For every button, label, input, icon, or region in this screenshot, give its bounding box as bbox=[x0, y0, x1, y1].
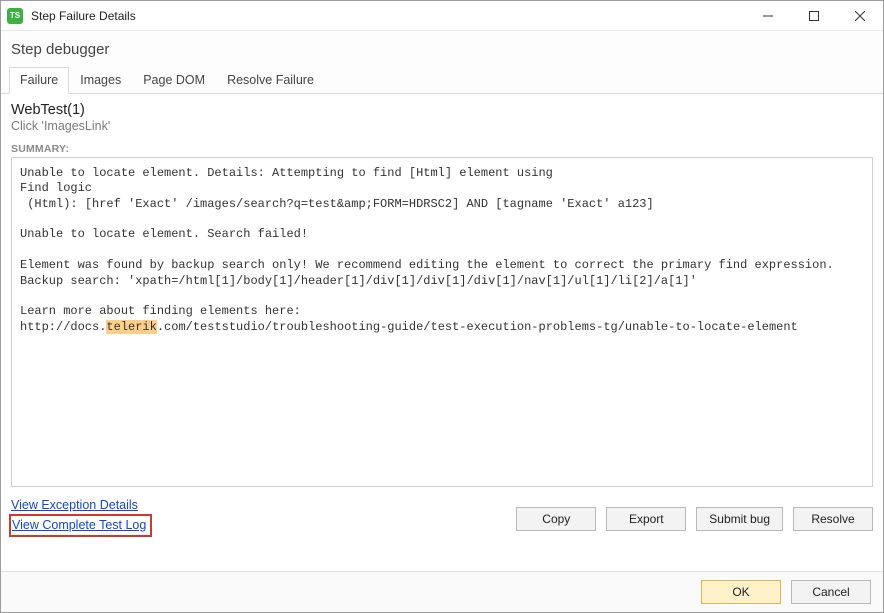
summary-line: Element was found by backup search only!… bbox=[20, 258, 834, 272]
window-title: Step Failure Details bbox=[31, 9, 136, 23]
ok-button[interactable]: OK bbox=[701, 580, 781, 604]
tab-page-dom[interactable]: Page DOM bbox=[132, 67, 216, 94]
action-buttons: Copy Export Submit bug Resolve bbox=[11, 501, 873, 531]
tab-images[interactable]: Images bbox=[69, 67, 132, 94]
summary-line: Learn more about finding elements here: bbox=[20, 304, 301, 318]
summary-line: Unable to locate element. Search failed! bbox=[20, 227, 308, 241]
cancel-button[interactable]: Cancel bbox=[791, 580, 871, 604]
step-name: Click 'ImagesLink' bbox=[11, 119, 873, 133]
summary-url: http://docs.telerik.com/teststudio/troub… bbox=[20, 320, 798, 334]
close-button[interactable] bbox=[837, 1, 883, 30]
maximize-button[interactable] bbox=[791, 1, 837, 30]
dialog-footer: OK Cancel bbox=[1, 571, 883, 612]
window: TS Step Failure Details Step debugger Fa… bbox=[0, 0, 884, 613]
summary-line: Unable to locate element. Details: Attem… bbox=[20, 166, 553, 180]
summary-text[interactable]: Unable to locate element. Details: Attem… bbox=[11, 157, 873, 487]
app-icon: TS bbox=[7, 8, 23, 24]
page-title: Step debugger bbox=[1, 31, 883, 66]
minimize-button[interactable] bbox=[745, 1, 791, 30]
export-button[interactable]: Export bbox=[606, 507, 686, 531]
summary-line: Backup search: 'xpath=/html[1]/body[1]/h… bbox=[20, 274, 697, 288]
resolve-button[interactable]: Resolve bbox=[793, 507, 873, 531]
copy-button[interactable]: Copy bbox=[516, 507, 596, 531]
highlight: telerik bbox=[106, 320, 156, 334]
tab-failure[interactable]: Failure bbox=[9, 67, 69, 94]
submit-bug-button[interactable]: Submit bug bbox=[696, 507, 783, 531]
client-area: Step debugger Failure Images Page DOM Re… bbox=[1, 31, 883, 612]
test-name: WebTest(1) bbox=[11, 102, 873, 118]
failure-pane: WebTest(1) Click 'ImagesLink' SUMMARY: U… bbox=[1, 94, 883, 571]
tab-strip: Failure Images Page DOM Resolve Failure bbox=[1, 66, 883, 94]
tab-resolve-failure[interactable]: Resolve Failure bbox=[216, 67, 325, 94]
summary-line: (Html): [href 'Exact' /images/search?q=t… bbox=[20, 197, 654, 211]
summary-label: SUMMARY: bbox=[11, 143, 873, 155]
titlebar: TS Step Failure Details bbox=[1, 1, 883, 31]
summary-line: Find logic bbox=[20, 181, 92, 195]
